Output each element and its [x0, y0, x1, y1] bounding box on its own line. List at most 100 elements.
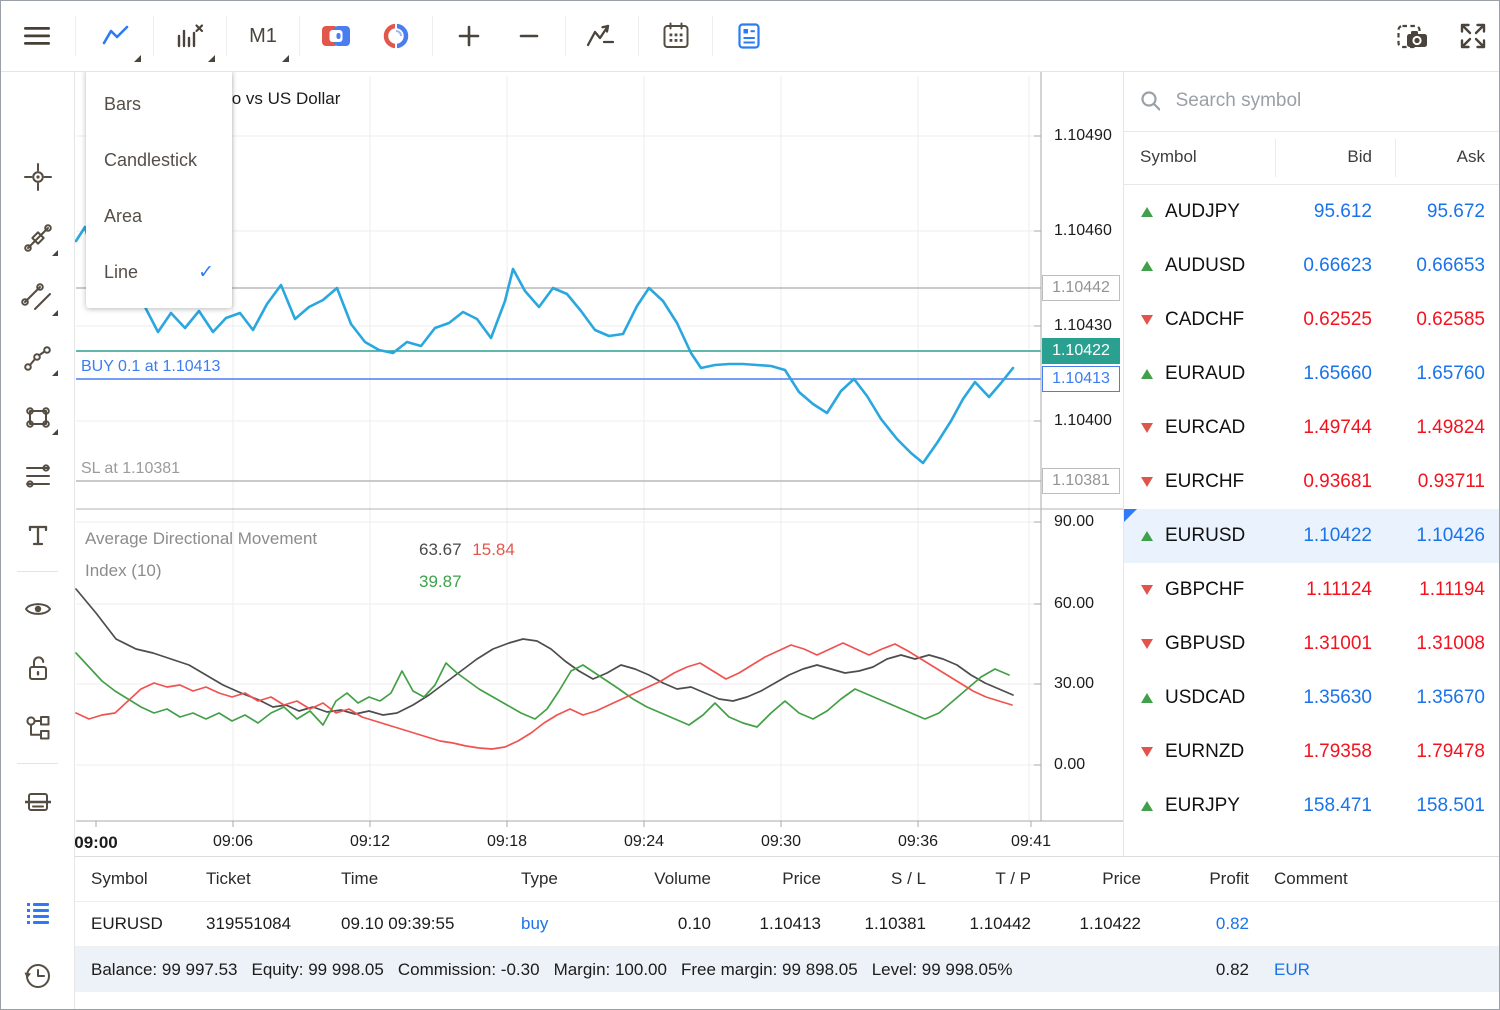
unlock-objects-tool[interactable]	[1, 647, 74, 691]
depth-of-market-button[interactable]	[368, 1, 424, 71]
economic-calendar-button[interactable]	[648, 1, 704, 71]
down-triangle-icon	[1141, 585, 1153, 595]
check-icon: ✓	[198, 261, 214, 284]
market-watch-row-EURUSD[interactable]: EURUSD1.104221.10426	[1124, 509, 1500, 563]
toolbar-separator	[226, 16, 227, 56]
indicator-title: Average Directional Movement Index (10)	[85, 523, 425, 587]
market-watch-row-EURAUD[interactable]: EURAUD1.656601.65760	[1124, 347, 1500, 401]
search-input[interactable]	[1174, 89, 1485, 113]
parallel-lines-icon	[21, 281, 55, 315]
crosshair-icon	[21, 160, 55, 194]
trade-tab[interactable]	[1, 892, 74, 936]
submenu-caret	[52, 310, 58, 316]
screenshot-camera-icon	[1397, 21, 1429, 51]
bid-value: 1.11124	[1306, 579, 1372, 601]
zoom-out-button[interactable]	[501, 1, 557, 71]
column-symbol: Symbol	[1140, 147, 1197, 167]
screenshot-button[interactable]	[1385, 1, 1441, 71]
time-label: 09:41	[1011, 833, 1051, 851]
position-row[interactable]: EURUSD31955108409.10 09:39:55buy0.101.10…	[74, 902, 1499, 947]
price-axis[interactable]: 1.104901.104601.104301.1040090.0060.0030…	[1041, 71, 1123, 827]
header-tp: T / P	[946, 869, 1031, 889]
symbol-name: CADCHF	[1165, 309, 1244, 331]
history-tab[interactable]	[1, 954, 74, 998]
cell-symbol: EURUSD	[91, 914, 163, 934]
chart-type-option-candlestick[interactable]: Candlestick	[86, 132, 232, 188]
market-watch-row-GBPUSD[interactable]: GBPUSD1.310011.31008	[1124, 617, 1500, 671]
summary-values: Balance: 99 997.53Equity: 99 998.05Commi…	[91, 960, 1027, 980]
ask-value: 1.11194	[1419, 579, 1485, 601]
toolbar-separator	[153, 16, 154, 56]
fullscreen-button[interactable]	[1445, 1, 1500, 71]
indicators-button[interactable]	[573, 1, 629, 71]
one-click-trading-button[interactable]	[308, 1, 364, 71]
time-label: 09:12	[350, 833, 390, 851]
crosshair-tool[interactable]	[1, 155, 74, 199]
symbol-name: GBPUSD	[1165, 633, 1245, 655]
market-watch-row-CADCHF[interactable]: CADCHF0.625250.62585	[1124, 293, 1500, 347]
price-label-icon	[21, 221, 55, 255]
axis-label: 0.00	[1054, 755, 1085, 775]
summary-profit: 0.82	[1161, 960, 1249, 980]
chart-type-option-area[interactable]: Area	[86, 188, 232, 244]
ask-value: 158.501	[1416, 795, 1485, 817]
sidebar-divider	[17, 763, 58, 764]
time-axis[interactable]: 09:0009:0609:1209:1809:2409:3009:3609:41	[74, 827, 1041, 857]
market-watch-row-EURJPY[interactable]: EURJPY158.471158.501	[1124, 779, 1500, 833]
zoom-in-button[interactable]	[441, 1, 497, 71]
up-triangle-icon	[1141, 801, 1153, 811]
bid-value: 95.612	[1314, 201, 1372, 223]
object-visibility-tool[interactable]	[1, 587, 74, 631]
bid-value: 0.66623	[1303, 255, 1372, 277]
chart-type-option-line[interactable]: Line✓	[86, 244, 232, 300]
fibonacci-tool[interactable]	[1, 454, 74, 498]
symbol-name: EURAUD	[1165, 363, 1245, 385]
channels-tool[interactable]	[1, 276, 74, 320]
menu-item-label: Candlestick	[104, 150, 197, 171]
up-triangle-icon	[1141, 693, 1153, 703]
ask-value: 1.79478	[1416, 741, 1485, 763]
bid-value: 0.62525	[1303, 309, 1372, 331]
line-chart-icon	[102, 24, 130, 48]
object-tree-icon	[21, 711, 55, 745]
window-layout-tool[interactable]	[1, 780, 74, 824]
toolbar-separator	[299, 16, 300, 56]
ask-value: 1.35670	[1416, 687, 1485, 709]
shapes-tool[interactable]	[1, 395, 74, 439]
ask-value: 1.65760	[1416, 363, 1485, 385]
objects-list-button[interactable]	[721, 1, 777, 71]
object-tree-tool[interactable]	[1, 706, 74, 750]
hamburger-icon	[22, 23, 52, 49]
account-summary: Balance: 99 997.53Equity: 99 998.05Commi…	[74, 947, 1499, 992]
bars-remove-icon	[174, 23, 204, 49]
polyline-tool[interactable]	[1, 336, 74, 380]
summary-item: Level: 99 998.05%	[872, 960, 1013, 979]
selected-corner-marker	[1124, 509, 1137, 522]
header-type: Type	[521, 869, 558, 889]
bid-value: 1.10422	[1303, 525, 1372, 547]
annotation-tool[interactable]	[1, 216, 74, 260]
toolbar-separator	[638, 16, 639, 56]
time-label: 09:30	[761, 833, 801, 851]
chart-type-option-bars[interactable]: Bars	[86, 76, 232, 132]
polyline-icon	[21, 341, 55, 375]
positions-header: SymbolTicketTimeTypeVolumePriceS / LT / …	[74, 857, 1499, 902]
main-menu-button[interactable]	[9, 1, 65, 71]
market-watch-row-AUDJPY[interactable]: AUDJPY95.61295.672	[1124, 185, 1500, 239]
unlock-icon	[21, 652, 55, 686]
price-level-box-1.10442: 1.10442	[1042, 275, 1120, 301]
text-tool[interactable]	[1, 514, 74, 558]
market-watch-row-EURCHF[interactable]: EURCHF0.936810.93711	[1124, 455, 1500, 509]
header-comment: Comment	[1274, 869, 1348, 889]
market-watch-row-EURNZD[interactable]: EURNZD1.793581.79478	[1124, 725, 1500, 779]
symbol-name: GBPCHF	[1165, 579, 1244, 601]
menu-item-label: Bars	[104, 94, 141, 115]
trade-list-icon	[21, 897, 55, 931]
submenu-caret	[52, 250, 58, 256]
header-profit: Profit	[1161, 869, 1249, 889]
market-watch-row-USDCAD[interactable]: USDCAD1.356301.35670	[1124, 671, 1500, 725]
market-watch-row-EURCAD[interactable]: EURCAD1.497441.49824	[1124, 401, 1500, 455]
market-watch-row-GBPCHF[interactable]: GBPCHF 1.11124 1.11194	[1124, 563, 1500, 617]
market-watch-row-AUDUSD[interactable]: AUDUSD0.666230.66653	[1124, 239, 1500, 293]
time-label: 09:06	[213, 833, 253, 851]
